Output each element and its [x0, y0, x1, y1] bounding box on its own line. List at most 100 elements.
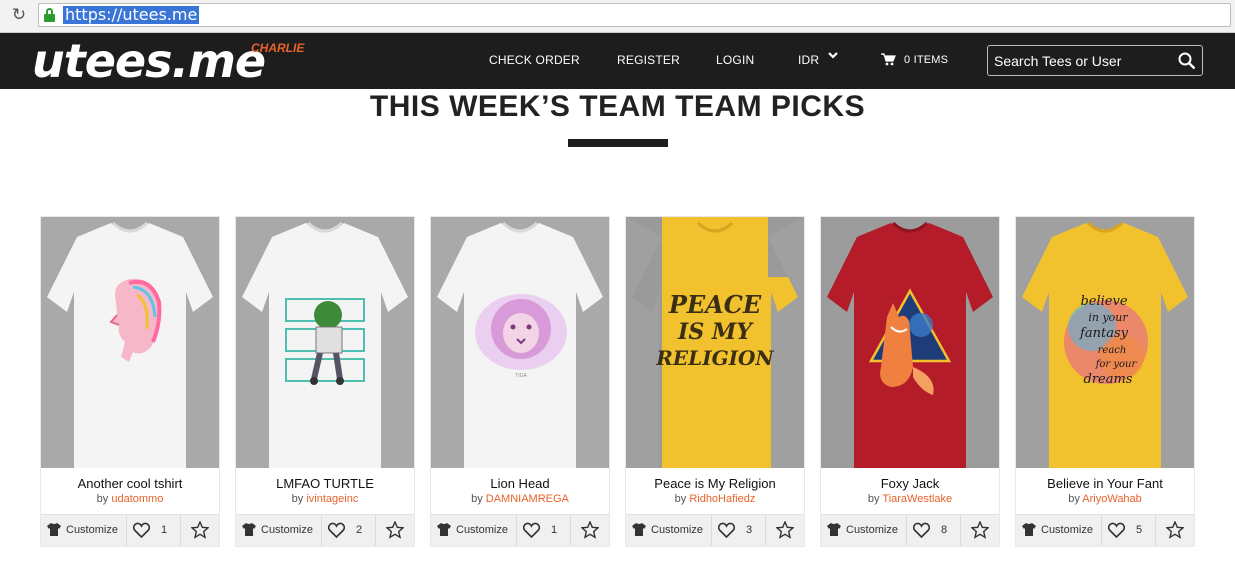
product-card[interactable]: believe in your fantasy reach for your d…	[1016, 217, 1194, 546]
cart-icon[interactable]	[881, 53, 896, 66]
heart-icon	[133, 522, 150, 538]
like-button[interactable]: 5	[1102, 515, 1156, 546]
product-name[interactable]: Believe in Your Fant	[1016, 476, 1194, 491]
product-author-line: by AriyoWahab	[1068, 493, 1142, 505]
product-card[interactable]: Foxy Jack by TiaraWestlake Customize 8	[821, 217, 999, 546]
heart-icon	[913, 522, 930, 538]
product-name[interactable]: LMFAO TURTLE	[236, 476, 414, 491]
product-card[interactable]: TIGA Lion Head by DAMNIAMREGA Customize …	[431, 217, 609, 546]
star-icon	[1166, 521, 1184, 539]
svg-text:dreams: dreams	[1084, 372, 1133, 387]
like-button[interactable]: 1	[127, 515, 181, 546]
customize-button[interactable]: Customize	[41, 515, 127, 546]
product-author-line: by TiaraWestlake	[867, 493, 953, 505]
product-image[interactable]: believe in your fantasy reach for your d…	[1016, 217, 1194, 468]
product-name[interactable]: Peace is My Religion	[626, 476, 804, 491]
product-author-line: by DAMNIAMREGA	[471, 493, 569, 505]
product-image[interactable]	[41, 217, 219, 468]
heart-icon	[328, 522, 345, 538]
product-author-line: by udatommo	[96, 493, 164, 505]
customize-button[interactable]: Customize	[821, 515, 907, 546]
search-input[interactable]	[994, 51, 1174, 70]
svg-text:IS MY: IS MY	[677, 319, 754, 345]
like-button[interactable]: 1	[517, 515, 571, 546]
like-count: 2	[356, 524, 363, 536]
product-actions: Customize 1	[431, 514, 609, 546]
product-image[interactable]	[821, 217, 999, 468]
customize-button[interactable]: Customize	[1016, 515, 1102, 546]
site-header: utees.me CHARLIE CHECK ORDER REGISTER LO…	[0, 33, 1235, 89]
favorite-button[interactable]	[181, 515, 219, 546]
customize-button[interactable]: Customize	[431, 515, 517, 546]
product-card[interactable]: PEACE IS MY RELIGION Peace is My Religio…	[626, 217, 804, 546]
product-name[interactable]: Another cool tshirt	[41, 476, 219, 491]
like-count: 3	[746, 524, 753, 536]
heart-icon	[718, 522, 735, 538]
author-link[interactable]: ivintageinc	[306, 493, 358, 505]
star-icon	[581, 521, 599, 539]
product-image[interactable]: TIGA	[431, 217, 609, 468]
favorite-button[interactable]	[961, 515, 999, 546]
nav-currency[interactable]: IDR	[798, 53, 819, 67]
logo-badge: CHARLIE	[251, 41, 305, 55]
nav-check-order[interactable]: CHECK ORDER	[489, 53, 580, 67]
nav-cart[interactable]: 0 ITEMS	[904, 54, 948, 66]
tshirt-icon	[1022, 523, 1036, 536]
svg-text:believe: believe	[1080, 294, 1127, 309]
tshirt-icon	[47, 523, 61, 536]
search-icon[interactable]	[1178, 52, 1196, 70]
lock-icon	[43, 8, 56, 22]
search-box[interactable]	[987, 45, 1203, 76]
svg-text:TIGA: TIGA	[515, 373, 527, 379]
author-link[interactable]: DAMNIAMREGA	[486, 493, 569, 505]
product-name[interactable]: Lion Head	[431, 476, 609, 491]
product-card[interactable]: Another cool tshirt by udatommo Customiz…	[41, 217, 219, 546]
like-button[interactable]: 8	[907, 515, 961, 546]
like-button[interactable]: 3	[712, 515, 766, 546]
reload-icon[interactable]: ↻	[10, 6, 28, 24]
svg-text:PEACE: PEACE	[668, 290, 762, 319]
customize-button[interactable]: Customize	[236, 515, 322, 546]
favorite-button[interactable]	[766, 515, 804, 546]
favorite-button[interactable]	[376, 515, 414, 546]
heart-icon	[1108, 522, 1125, 538]
favorite-button[interactable]	[571, 515, 609, 546]
svg-text:reach: reach	[1098, 345, 1127, 356]
like-count: 5	[1136, 524, 1143, 536]
address-bar[interactable]: https://utees.me	[38, 3, 1231, 27]
chevron-down-icon[interactable]	[828, 50, 838, 60]
product-actions: Customize 8	[821, 514, 999, 546]
like-button[interactable]: 2	[322, 515, 376, 546]
customize-button[interactable]: Customize	[626, 515, 712, 546]
product-card[interactable]: LMFAO TURTLE by ivintageinc Customize 2	[236, 217, 414, 546]
like-count: 1	[161, 524, 168, 536]
like-count: 8	[941, 524, 948, 536]
author-link[interactable]: RidhoHafiedz	[689, 493, 755, 505]
tshirt-icon	[437, 523, 451, 536]
nav-register[interactable]: REGISTER	[617, 53, 680, 67]
product-author-line: by ivintageinc	[291, 493, 359, 505]
product-actions: Customize 2	[236, 514, 414, 546]
heart-icon	[523, 522, 540, 538]
author-link[interactable]: udatommo	[111, 493, 163, 505]
star-icon	[191, 521, 209, 539]
star-icon	[386, 521, 404, 539]
url-text[interactable]: https://utees.me	[63, 6, 200, 24]
site-logo[interactable]: utees.me	[32, 35, 266, 87]
product-name[interactable]: Foxy Jack	[821, 476, 999, 491]
author-link[interactable]: TiaraWestlake	[882, 493, 952, 505]
tshirt-icon	[632, 523, 646, 536]
nav-login[interactable]: LOGIN	[716, 53, 754, 67]
product-actions: Customize 3	[626, 514, 804, 546]
product-image[interactable]: PEACE IS MY RELIGION	[626, 217, 804, 468]
section-title: THIS WEEK’S TEAM TEAM PICKS	[369, 90, 866, 123]
product-image[interactable]	[236, 217, 414, 468]
star-icon	[971, 521, 989, 539]
product-actions: Customize 1	[41, 514, 219, 546]
title-divider	[568, 139, 668, 147]
product-actions: Customize 5	[1016, 514, 1194, 546]
browser-toolbar: ↻ https://utees.me	[0, 0, 1235, 33]
like-count: 1	[551, 524, 558, 536]
favorite-button[interactable]	[1156, 515, 1194, 546]
author-link[interactable]: AriyoWahab	[1082, 493, 1142, 505]
